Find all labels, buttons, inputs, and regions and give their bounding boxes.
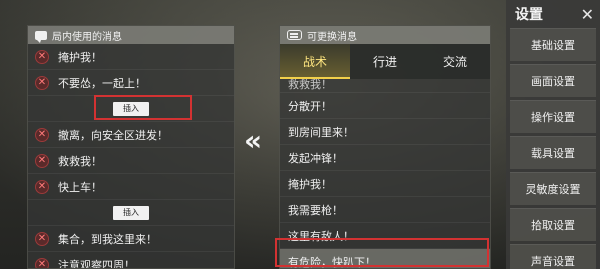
- insert-row: 插入: [28, 200, 234, 226]
- in-game-message-item: ✕ 集合，到我这里来！: [28, 226, 234, 252]
- replaceable-message-item[interactable]: 有危险，快趴下！: [280, 249, 490, 268]
- move-left-arrow-icon[interactable]: «: [240, 127, 262, 155]
- message-text: 快上车！: [58, 180, 102, 194]
- replaceable-messages-header: 可更换消息: [280, 26, 490, 44]
- message-text: 掩护我！: [58, 50, 102, 64]
- remove-message-icon[interactable]: ✕: [35, 75, 49, 90]
- message-category-tabs: 战术 行进 交流: [280, 44, 490, 79]
- replaceable-message-item[interactable]: 掩护我！: [280, 171, 490, 197]
- remove-message-icon[interactable]: ✕: [35, 179, 49, 194]
- message-text: 不要怂，一起上！: [58, 76, 146, 90]
- in-game-message-item: ✕ 掩护我！: [28, 44, 234, 70]
- remove-message-icon[interactable]: ✕: [35, 231, 49, 246]
- in-game-messages-panel: 局内使用的消息 ✕ 掩护我！ ✕ 不要怂，一起上！ 插入 ✕ 撤离，向安全区进发！ ✕ 救救我！…: [27, 25, 235, 269]
- settings-item[interactable]: 拾取设置: [510, 208, 596, 241]
- tab-tactics[interactable]: 战术: [280, 44, 350, 79]
- replaceable-message-item[interactable]: 这里有敌人！: [280, 223, 490, 249]
- chat-bubble-icon: [35, 30, 47, 43]
- swap-icon: [287, 30, 302, 40]
- replaceable-messages-list: 救救我！ 分散开！ 到房间里来！ 发起冲锋！ 掩护我！ 我需要枪！ 这里有敌人！ 有危险，快趴…: [280, 79, 490, 268]
- replaceable-message-item[interactable]: 发起冲锋！: [280, 145, 490, 171]
- in-game-messages-header: 局内使用的消息: [28, 26, 234, 44]
- replaceable-message-item[interactable]: 救救我！: [280, 79, 490, 93]
- tab-communication[interactable]: 交流: [420, 44, 490, 79]
- settings-title: 设置: [515, 7, 543, 23]
- settings-header: 设置 ✕: [506, 0, 600, 28]
- close-icon[interactable]: ✕: [581, 5, 594, 24]
- remove-message-icon[interactable]: ✕: [35, 127, 49, 142]
- message-text: 集合，到我这里来！: [58, 232, 157, 246]
- message-text: 救救我！: [58, 154, 102, 168]
- insert-button[interactable]: 插入: [113, 101, 149, 116]
- settings-menu: 基础设置 画面设置 操作设置 载具设置 灵敏度设置 拾取设置声音设置: [506, 28, 600, 269]
- settings-item[interactable]: 灵敏度设置: [510, 172, 596, 205]
- message-text: 注意观察四周！: [58, 258, 135, 269]
- settings-item[interactable]: 操作设置: [510, 100, 596, 133]
- replaceable-message-item[interactable]: 分散开！: [280, 93, 490, 119]
- settings-item[interactable]: 画面设置: [510, 64, 596, 97]
- in-game-message-item: ✕ 快上车！: [28, 174, 234, 200]
- in-game-message-item: ✕ 救救我！: [28, 148, 234, 174]
- tab-movement[interactable]: 行进: [350, 44, 420, 79]
- insert-button[interactable]: 插入: [113, 205, 149, 220]
- replaceable-message-item[interactable]: 我需要枪！: [280, 197, 490, 223]
- in-game-message-item: ✕ 不要怂，一起上！: [28, 70, 234, 96]
- settings-item[interactable]: 载具设置: [510, 136, 596, 169]
- settings-item[interactable]: 声音设置: [510, 244, 596, 269]
- in-game-messages-list: ✕ 掩护我！ ✕ 不要怂，一起上！ 插入 ✕ 撤离，向安全区进发！ ✕ 救救我！ ✕ 快上车！ 插入 ✕…: [28, 44, 234, 269]
- remove-message-icon[interactable]: ✕: [35, 153, 49, 168]
- replaceable-messages-title: 可更换消息: [307, 31, 357, 43]
- in-game-messages-title: 局内使用的消息: [52, 31, 122, 43]
- settings-sidebar: 设置 ✕ 基础设置 画面设置 操作设置 载具设置 灵敏度设置 拾取设置声音设置: [506, 0, 600, 269]
- in-game-message-item: ✕ 撤离，向安全区进发！: [28, 122, 234, 148]
- settings-item[interactable]: 基础设置: [510, 28, 596, 61]
- remove-message-icon[interactable]: ✕: [35, 49, 49, 64]
- insert-row: 插入: [28, 96, 234, 122]
- in-game-message-item: ✕ 注意观察四周！: [28, 252, 234, 269]
- remove-message-icon[interactable]: ✕: [35, 257, 49, 268]
- replaceable-message-item[interactable]: 到房间里来！: [280, 119, 490, 145]
- replaceable-messages-panel: 可更换消息 战术 行进 交流 救救我！ 分散开！ 到房间里来！ 发起冲锋！ 掩护我！ 我需要枪…: [279, 25, 491, 269]
- message-text: 撤离，向安全区进发！: [58, 128, 168, 142]
